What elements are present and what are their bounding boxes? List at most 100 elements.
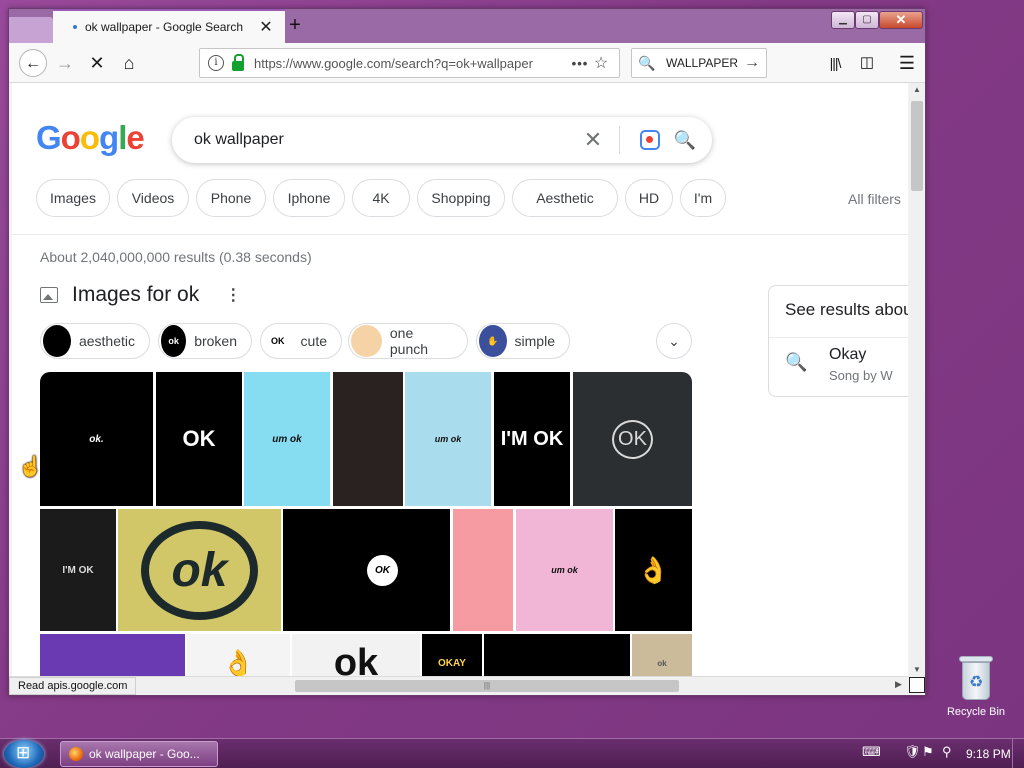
new-tab-button[interactable]: + — [283, 13, 307, 37]
scroll-up-icon[interactable]: ▲ — [909, 85, 925, 94]
image-tile-text: um ok — [434, 434, 462, 444]
refine-chip-label: simple — [514, 333, 555, 349]
minimize-button[interactable]: ▁ — [831, 11, 855, 29]
image-result-tile[interactable]: ok. — [40, 372, 153, 506]
page-content: Google ok wallpaper ✕ 🔍 Images Videos Phon… — [12, 83, 908, 676]
all-filters-button[interactable]: All filters — [848, 191, 901, 207]
search-query[interactable]: ok wallpaper — [194, 131, 575, 149]
keyboard-icon[interactable]: ⌨ — [862, 744, 881, 760]
tab-active[interactable]: ok wallpaper - Google Search ✕ — [53, 9, 285, 43]
refine-chip-thumbnail: OK — [263, 325, 293, 357]
clear-search-icon[interactable]: ✕ — [575, 127, 611, 153]
image-result-tile[interactable]: 👌 — [187, 634, 290, 676]
url-text[interactable]: https://www.google.com/search?q=ok+wallp… — [254, 56, 569, 71]
clock[interactable]: 9:18 PM — [966, 747, 1011, 761]
expand-chips-button[interactable]: ⌄ — [656, 323, 692, 359]
image-tile-text: ok — [657, 658, 667, 668]
image-result-tile[interactable]: OKAY — [422, 634, 482, 676]
close-window-button[interactable]: ✕ — [879, 11, 923, 29]
image-result-tile[interactable] — [333, 372, 403, 506]
browser-search-text[interactable]: WALLPAPER — [658, 56, 744, 70]
info-icon[interactable]: i — [208, 55, 224, 71]
home-button[interactable]: ⌂ — [115, 49, 143, 77]
filter-chip[interactable]: Phone — [196, 179, 266, 217]
google-lens-icon[interactable] — [640, 130, 660, 150]
result-stats: About 2,040,000,000 results (0.38 second… — [40, 249, 312, 265]
sidebar-icon[interactable]: ◫ — [853, 49, 881, 77]
library-icon[interactable]: |||\ — [821, 49, 849, 77]
refine-chip[interactable]: OK cute — [260, 323, 342, 359]
image-tile-text: OKAY — [438, 657, 466, 669]
panel-item-title: Okay — [829, 346, 867, 363]
taskbar: ok wallpaper - Goo... ⌨ 🛡 ⚑ ⚲ 9:18 PM — [0, 738, 1024, 768]
refine-chip[interactable]: aesthetic — [40, 323, 150, 359]
header-divider — [12, 234, 908, 235]
network-icon[interactable]: ⚑ — [922, 744, 934, 760]
show-desktop-button[interactable] — [1012, 739, 1024, 768]
bookmark-star-icon[interactable]: ☆ — [591, 53, 611, 73]
vertical-scrollbar[interactable]: ▲ ▼ — [909, 83, 925, 676]
search-submit-icon[interactable]: 🔍 — [672, 130, 698, 151]
recycle-bin[interactable]: Recycle Bin — [944, 656, 1008, 718]
refine-chip-label: aesthetic — [78, 333, 135, 349]
filter-chip[interactable]: Iphone — [273, 179, 345, 217]
horizontal-scroll-thumb[interactable]: ||| — [295, 680, 679, 692]
images-heading[interactable]: Images for ok — [72, 283, 199, 307]
scroll-right-icon[interactable]: ▶ — [895, 679, 902, 690]
more-options-icon[interactable]: ⋮ — [225, 285, 241, 305]
image-tile-text: ok — [141, 520, 258, 620]
search-tray-icon[interactable]: ⚲ — [942, 744, 952, 760]
image-result-tile[interactable]: um ok — [405, 372, 491, 506]
image-result-tile[interactable]: 👌 — [615, 509, 692, 631]
lock-icon — [232, 53, 244, 71]
image-tile-text: um ok — [551, 565, 578, 575]
images-section-header: Images for ok ⋮ — [40, 283, 241, 307]
search-go-icon[interactable]: → — [744, 54, 760, 72]
image-result-tile[interactable]: um ok — [244, 372, 330, 506]
filter-chip[interactable]: 4K — [352, 179, 410, 217]
recycle-bin-icon — [959, 656, 993, 700]
horizontal-scrollbar[interactable]: ||| ▶ — [9, 676, 909, 694]
filter-chip[interactable]: Videos — [117, 179, 189, 217]
hamburger-menu-icon[interactable]: ☰ — [893, 49, 921, 77]
refine-chip[interactable]: ✋ simple — [476, 323, 570, 359]
image-result-tile[interactable]: I'M OK — [40, 509, 116, 631]
tab-strip-left — [9, 17, 53, 43]
image-result-tile[interactable]: OK — [573, 372, 692, 506]
forward-button[interactable]: → — [51, 49, 79, 77]
image-result-tile[interactable]: um ok — [516, 509, 613, 631]
image-result-tile[interactable] — [453, 509, 513, 631]
scroll-down-icon[interactable]: ▼ — [909, 665, 925, 674]
image-result-tile[interactable] — [484, 634, 630, 676]
tab-close-icon[interactable]: ✕ — [257, 17, 275, 37]
filter-chip[interactable]: Shopping — [417, 179, 505, 217]
image-result-tile[interactable]: ok — [292, 634, 420, 676]
filter-chip[interactable]: I'm — [680, 179, 726, 217]
refine-chip[interactable]: ok broken — [158, 323, 252, 359]
vertical-scroll-thumb[interactable] — [911, 101, 923, 191]
url-bar[interactable]: i https://www.google.com/search?q=ok+wal… — [199, 48, 620, 78]
image-result-tile[interactable] — [40, 634, 185, 676]
image-result-tile[interactable]: OK — [283, 509, 450, 631]
page-actions-icon[interactable]: ••• — [569, 56, 591, 71]
start-button[interactable] — [4, 740, 44, 768]
stop-button[interactable]: ✕ — [83, 49, 111, 77]
security-shield-icon[interactable]: 🛡 — [904, 744, 921, 760]
image-result-tile[interactable]: I'M OK — [494, 372, 570, 506]
image-result-tile[interactable]: ok — [632, 634, 692, 676]
search-divider — [619, 126, 620, 154]
browser-search-box[interactable]: 🔍 WALLPAPER → — [631, 48, 767, 78]
filter-chip[interactable]: Aesthetic — [512, 179, 618, 217]
image-result-tile[interactable]: OK — [156, 372, 242, 506]
filter-chip[interactable]: HD — [625, 179, 673, 217]
filter-chip[interactable]: Images — [36, 179, 110, 217]
loading-dot-icon — [73, 25, 77, 29]
image-result-tile[interactable]: ok — [118, 509, 281, 631]
google-logo[interactable]: Google — [36, 119, 145, 157]
taskbar-firefox-item[interactable]: ok wallpaper - Goo... — [60, 741, 218, 767]
refine-chip[interactable]: one punch — [348, 323, 468, 359]
maximize-button[interactable]: ▢ — [855, 11, 879, 29]
panel-item[interactable]: 🔍 Okay Song by W — [769, 338, 908, 391]
google-search-box[interactable]: ok wallpaper ✕ 🔍 — [172, 117, 712, 163]
back-button[interactable]: ← — [19, 49, 47, 77]
